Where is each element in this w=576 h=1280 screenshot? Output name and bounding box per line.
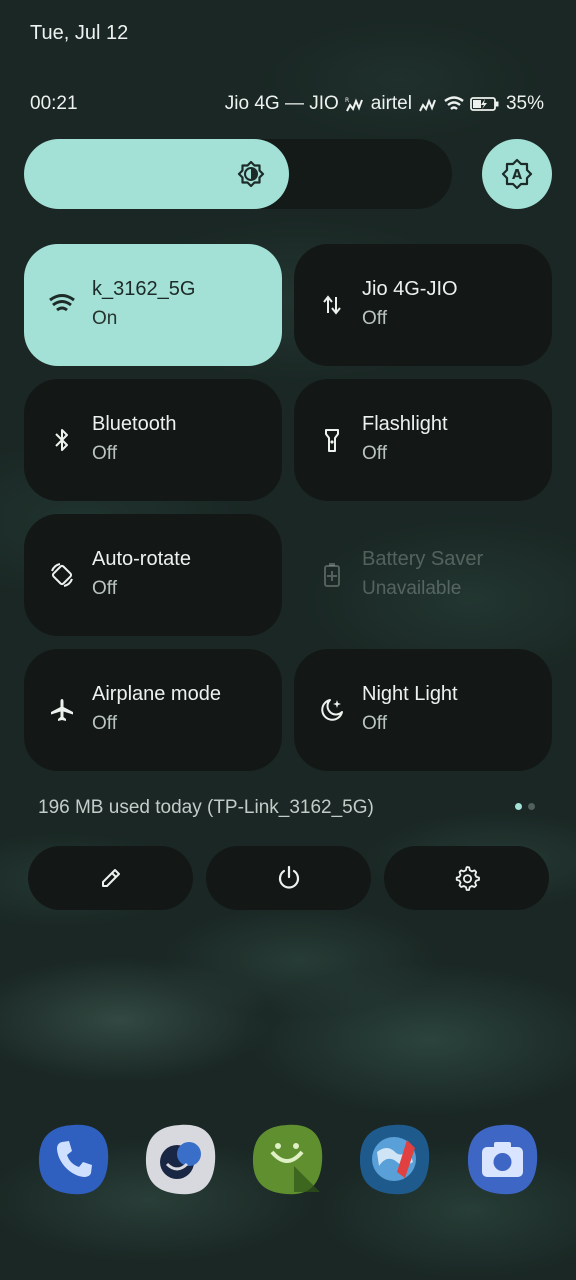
tile-wifi[interactable]: k_3162_5G On	[24, 244, 282, 366]
tile-label: Battery Saver	[362, 548, 484, 570]
settings-icon	[455, 866, 480, 891]
browser-app-icon[interactable]	[357, 1122, 432, 1197]
tile-label: Jio 4G-JIO	[362, 278, 458, 300]
tile-state: Off	[92, 713, 117, 734]
tile-state: Off	[92, 578, 117, 599]
battery-icon	[470, 96, 500, 112]
phone-app-icon[interactable]	[36, 1122, 111, 1197]
bluetooth-icon	[48, 426, 76, 454]
tile-state: Off	[362, 443, 387, 464]
tile-label: Airplane mode	[92, 683, 221, 705]
battery-saver-icon	[318, 561, 346, 589]
tile-state: Off	[362, 713, 387, 734]
carrier-label: Jio 4G — JIO	[224, 93, 339, 114]
brightness-icon	[237, 160, 265, 188]
data-usage-text: 196 MB used today (TP-Link_3162_5G)	[38, 797, 374, 818]
wifi-icon	[48, 291, 76, 319]
night-light-icon	[318, 696, 346, 724]
tile-state: Unavailable	[362, 578, 462, 599]
status-bar: 00:21 Jio 4G — JIO R airtel 35%	[30, 93, 544, 115]
tile-night-light[interactable]: Night Light Off	[294, 649, 552, 771]
flashlight-icon	[318, 426, 346, 454]
tile-label: Bluetooth	[92, 413, 177, 435]
page-dot	[528, 803, 535, 810]
status-indicators: Jio 4G — JIO R airtel 35%	[225, 93, 544, 115]
auto-brightness-icon: A	[501, 158, 533, 190]
tile-auto-rotate[interactable]: Auto-rotate Off	[24, 514, 282, 636]
brightness-slider[interactable]	[24, 139, 452, 209]
tile-airplane-mode[interactable]: Airplane mode Off	[24, 649, 282, 771]
auto-brightness-button[interactable]: A	[482, 139, 552, 209]
signal-roaming-icon: R	[345, 96, 365, 112]
tile-mobile-data[interactable]: Jio 4G-JIO Off	[294, 244, 552, 366]
camera-app-icon[interactable]	[465, 1122, 540, 1197]
carrier2-label: airtel	[370, 93, 412, 114]
svg-text:A: A	[512, 168, 522, 183]
signal-icon	[418, 96, 438, 112]
tile-battery-saver: Battery Saver Unavailable	[294, 514, 552, 636]
tile-state: Off	[92, 443, 117, 464]
messages-app-icon[interactable]	[143, 1122, 218, 1197]
date-label: Tue, Jul 12	[30, 22, 129, 44]
airplane-icon	[48, 696, 76, 724]
edit-icon	[101, 869, 120, 887]
settings-button[interactable]	[384, 846, 549, 910]
page-indicator	[515, 803, 535, 810]
tile-flashlight[interactable]: Flashlight Off	[294, 379, 552, 501]
power-button[interactable]	[206, 846, 371, 910]
edit-button[interactable]	[28, 846, 193, 910]
tile-state: On	[92, 308, 118, 329]
tile-label: Night Light	[362, 683, 458, 705]
tile-bluetooth[interactable]: Bluetooth Off	[24, 379, 282, 501]
power-icon	[278, 865, 299, 889]
wifi-status-icon	[444, 96, 464, 112]
clock: 00:21	[30, 93, 78, 114]
hangouts-app-icon[interactable]	[250, 1122, 325, 1197]
page-dot-active	[515, 803, 522, 810]
svg-text:R: R	[345, 97, 349, 104]
battery-percent: 35%	[505, 93, 544, 114]
tile-label: k_3162_5G	[92, 278, 196, 300]
auto-rotate-icon	[48, 561, 76, 589]
mobile-data-icon	[318, 291, 346, 319]
tile-label: Auto-rotate	[92, 548, 191, 570]
tile-state: Off	[362, 308, 387, 329]
tile-label: Flashlight	[362, 413, 448, 435]
